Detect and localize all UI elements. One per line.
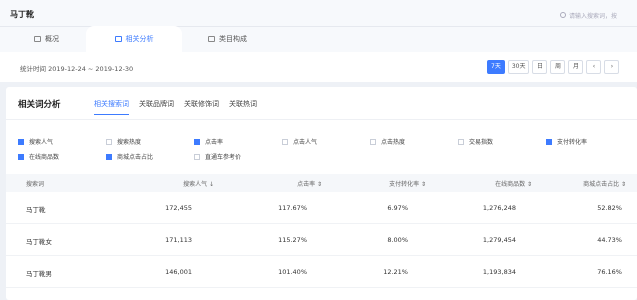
tab-overview[interactable]: 概况	[0, 26, 86, 52]
checkbox[interactable]	[18, 153, 24, 160]
checkbox[interactable]	[194, 153, 200, 160]
prev-button[interactable]: ‹	[586, 60, 602, 74]
search-input[interactable]: 请输入搜索词，按	[560, 8, 637, 22]
subtab-brand[interactable]: 关联品牌词	[139, 99, 174, 115]
cell-value: 8.00%	[387, 236, 408, 244]
date-bar: 统计时间 2019-12-24 ~ 2019-12-30 7天 30天 日 周 …	[0, 52, 637, 82]
home-icon	[34, 36, 41, 42]
filter-checkbox[interactable]: 点击率	[194, 137, 223, 146]
cell-value: 6.97%	[387, 204, 408, 212]
subtab-modifier[interactable]: 关联修饰词	[184, 99, 219, 115]
filter-label: 交易指数	[469, 139, 494, 146]
cell-keyword: 马丁靴女	[26, 238, 52, 246]
period-7d[interactable]: 7天	[487, 60, 505, 74]
top-header: 马丁靴 请输入搜索词，按 概况 相关分析 类目构成 统计时间 2019-12-2…	[0, 0, 637, 82]
column-header[interactable]: 在线商品数 ⇕	[452, 179, 532, 188]
date-range: 统计时间 2019-12-24 ~ 2019-12-30	[20, 65, 134, 73]
subtab-related-search[interactable]: 相关搜索词	[94, 99, 129, 115]
cell-value: 1,279,454	[482, 236, 516, 244]
next-button[interactable]: ›	[604, 60, 620, 74]
checkbox[interactable]	[546, 138, 552, 145]
filter-checkbox[interactable]: 搜索热度	[106, 137, 141, 146]
checkbox[interactable]	[106, 138, 112, 145]
subtab-hot[interactable]: 关联热词	[229, 99, 257, 115]
checkbox[interactable]	[458, 138, 464, 145]
tab-category[interactable]: 类目构成	[182, 26, 264, 52]
table-row[interactable]: 马丁靴 172,455 117.67% 6.97% 1,276,248 52.8…	[6, 192, 637, 224]
cell-value: 76.16%	[597, 268, 622, 276]
filter-checkbox[interactable]: 直通车参考价	[194, 152, 241, 161]
sub-tabs: 相关搜索词 关联品牌词 关联修饰词 关联热词	[94, 99, 267, 115]
filter-label: 点击热度	[381, 139, 406, 146]
tab-related-analysis[interactable]: 相关分析	[86, 26, 182, 52]
filter-label: 支付转化率	[557, 139, 588, 146]
tab-label: 类目构成	[219, 35, 247, 43]
filter-label: 搜索人气	[29, 139, 54, 146]
table-header: 搜索词 搜索人气 ↓ 点击率 ⇕ 支付转化率 ⇕ 在线商品数 ⇕ 商城点击占比 …	[6, 174, 637, 192]
checkbox[interactable]	[18, 138, 24, 145]
search-icon	[560, 12, 566, 18]
filter-checkbox[interactable]: 支付转化率	[546, 137, 587, 146]
tab-label: 概况	[45, 35, 59, 43]
table-row[interactable]: 马丁靴女 171,113 115.27% 8.00% 1,279,454 44.…	[6, 224, 637, 256]
table-row[interactable]: 马丁靴男 146,001 101.40% 12.21% 1,193,834 76…	[6, 256, 637, 288]
filter-checkbox[interactable]: 交易指数	[458, 137, 493, 146]
column-header[interactable]: 搜索人气 ↓	[134, 179, 214, 188]
period-30d[interactable]: 30天	[507, 60, 530, 74]
period-selector: 7天 30天 日 周 月 ‹ ›	[487, 60, 620, 74]
period-week[interactable]: 周	[550, 60, 566, 74]
page-brand: 马丁靴	[10, 10, 34, 19]
cell-keyword: 马丁靴	[26, 206, 46, 214]
cell-value: 1,276,248	[482, 204, 516, 212]
home-icon	[208, 36, 215, 42]
home-icon	[114, 36, 122, 42]
cell-value: 117.67%	[278, 204, 307, 212]
cell-value: 1,193,834	[482, 268, 516, 276]
cell-value: 115.27%	[278, 236, 307, 244]
period-day[interactable]: 日	[532, 60, 548, 74]
period-month[interactable]: 月	[568, 60, 584, 74]
column-header[interactable]: 商城点击占比 ⇕	[546, 179, 626, 188]
checkbox[interactable]	[106, 153, 112, 160]
filter-label: 直通车参考价	[205, 154, 242, 161]
cell-value: 172,455	[165, 204, 192, 212]
filter-checkbox[interactable]: 点击热度	[370, 137, 405, 146]
filter-label: 商城点击占比	[117, 154, 154, 161]
filter-checkbox[interactable]: 商城点击占比	[106, 152, 153, 161]
column-header[interactable]: 支付转化率 ⇕	[346, 179, 426, 188]
column-header[interactable]: 点击率 ⇕	[242, 179, 322, 188]
checkbox[interactable]	[370, 138, 376, 145]
column-header: 搜索词	[26, 181, 45, 188]
filter-checkbox[interactable]: 点击人气	[282, 137, 317, 146]
filter-label: 点击率	[205, 139, 224, 146]
top-tabs: 概况 相关分析 类目构成	[0, 26, 264, 52]
cell-value: 52.82%	[597, 204, 622, 212]
cell-value: 146,001	[165, 268, 192, 276]
panel-title: 相关词分析	[18, 100, 61, 110]
cell-value: 101.40%	[278, 268, 307, 276]
cell-keyword: 马丁靴男	[26, 270, 52, 278]
filter-label: 搜索热度	[117, 139, 142, 146]
checkbox[interactable]	[282, 138, 288, 145]
filter-label: 在线商品数	[29, 154, 60, 161]
tab-label: 相关分析	[125, 35, 154, 43]
filter-checkbox[interactable]: 搜索人气	[18, 137, 53, 146]
cell-value: 171,113	[165, 236, 192, 244]
analysis-panel: 相关词分析 相关搜索词 关联品牌词 关联修饰词 关联热词 搜索人气 搜索热度 点…	[6, 87, 637, 300]
divider	[6, 119, 637, 120]
checkbox[interactable]	[194, 138, 200, 145]
search-placeholder: 请输入搜索词，按	[569, 12, 618, 20]
cell-value: 12.21%	[383, 268, 408, 276]
filter-label: 点击人气	[293, 139, 318, 146]
cell-value: 44.73%	[597, 236, 622, 244]
filter-checkbox[interactable]: 在线商品数	[18, 152, 59, 161]
